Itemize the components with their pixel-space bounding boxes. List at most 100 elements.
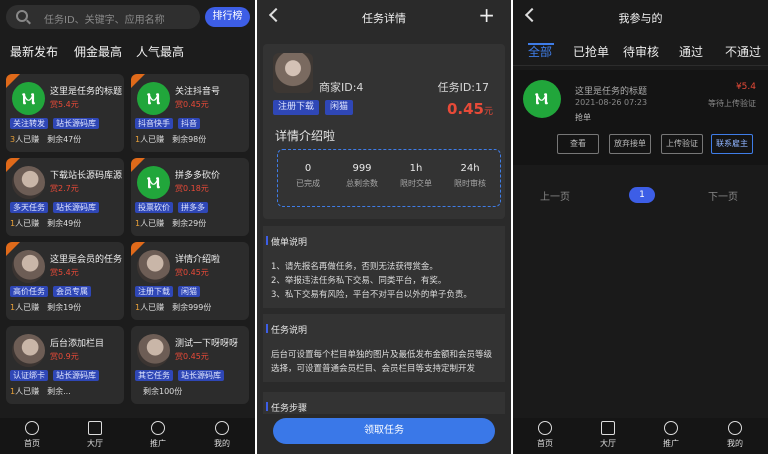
next-page-button[interactable]: 下一页 xyxy=(708,188,738,203)
rule-line: 3、私下交易有风险，平台不对平台以外的单子负责。 xyxy=(271,290,472,300)
tab-pending-review[interactable]: 待审核 xyxy=(623,43,659,60)
page-title: 我参与的 xyxy=(618,12,663,25)
tab-home[interactable]: 首页 xyxy=(12,421,52,449)
merchant-avatar xyxy=(12,166,45,199)
task-tag: 站长源码库 xyxy=(178,370,224,381)
hall-icon xyxy=(601,421,615,435)
task-title: 这里是会员的任务 xyxy=(50,255,123,265)
tab-hall[interactable]: 大厅 xyxy=(75,421,115,449)
task-tag: 注册下载 xyxy=(273,100,320,115)
stat-submit-limit: 1h 限时交单 xyxy=(400,163,432,188)
stat-review-limit: 24h 限时审核 xyxy=(454,163,486,188)
task-type: 抢单 xyxy=(575,113,591,122)
reward-unit: 元 xyxy=(483,107,493,117)
remaining-count: 剩余19份 xyxy=(47,303,82,312)
task-tag: 抖音快手 xyxy=(135,118,173,129)
app-logo-icon: Ⲙ xyxy=(137,82,170,115)
merchant-avatar xyxy=(273,53,313,93)
task-status: 等待上传验证 xyxy=(708,99,756,108)
joined-label: 人已赚 xyxy=(15,387,40,396)
status-tabs: 全部 已抢单 待审核 通过 不通过 xyxy=(513,36,768,66)
task-hall-screen: 任务ID、关键字、应用名称 排行榜 最新发布 佣金最高 人气最高 Ⲙ 这里是任务… xyxy=(0,0,255,454)
promote-icon xyxy=(151,421,165,435)
search-placeholder: 任务ID、关键字、应用名称 xyxy=(44,15,165,26)
task-reward: 赏0.45元 xyxy=(175,352,209,361)
remaining-count: 剩余49份 xyxy=(47,219,82,228)
filter-most-popular[interactable]: 人气最高 xyxy=(136,43,184,60)
task-card[interactable]: 这里是会员的任务 赏5.4元 高价任务 会员专属 1人已赚 剩余19份 xyxy=(6,242,124,320)
my-tasks-screen: 我参与的 全部 已抢单 待审核 通过 不通过 Ⲙ 这里是任务的标题 2021-0… xyxy=(513,0,768,454)
ranking-button[interactable]: 排行榜 xyxy=(205,7,250,27)
task-tag: 拼多多 xyxy=(178,202,208,213)
task-reward: 赏0.9元 xyxy=(50,352,79,361)
task-title: 关注抖音号 xyxy=(175,87,221,97)
tab-approved[interactable]: 通过 xyxy=(679,43,703,60)
joined-label: 人已赚 xyxy=(140,219,165,228)
remaining-count: 剩余... xyxy=(47,387,71,396)
task-tag: 投票砍价 xyxy=(135,202,173,213)
task-reward: 赏5.4元 xyxy=(50,268,79,277)
home-icon xyxy=(25,421,39,435)
tab-promote[interactable]: 推广 xyxy=(651,421,691,449)
tab-rejected[interactable]: 不通过 xyxy=(725,43,761,60)
stat-completed: 0 已完成 xyxy=(296,163,320,188)
upload-proof-button[interactable]: 上传验证 xyxy=(661,134,703,154)
tab-label: 推广 xyxy=(150,439,166,448)
task-card[interactable]: Ⲙ 关注抖音号 赏0.45元 抖音快手 抖音 1人已赚 剩余98份 xyxy=(131,74,249,152)
task-card[interactable]: 测试一下呀呀呀 赏0.45元 其它任务 站长源码库 剩余100份 xyxy=(131,326,249,404)
tab-label: 首页 xyxy=(24,439,40,448)
filter-highest-commission[interactable]: 佣金最高 xyxy=(74,43,122,60)
tab-label: 首页 xyxy=(537,439,553,448)
task-tag: 站长源码库 xyxy=(53,118,99,129)
task-card[interactable]: 后台添加栏目 赏0.9元 认证绑卡 站长源码库 1人已赚 剩余... xyxy=(6,326,124,404)
filter-latest[interactable]: 最新发布 xyxy=(10,43,58,60)
task-tag: 站长源码库 xyxy=(53,202,99,213)
app-logo-icon: Ⲙ xyxy=(523,80,561,118)
home-icon xyxy=(538,421,552,435)
rule-line: 1、请先报名再做任务，否则无法获得赏金。 xyxy=(271,262,438,272)
remaining-count: 剩余47份 xyxy=(47,135,82,144)
tab-hall[interactable]: 大厅 xyxy=(588,421,628,449)
task-card[interactable]: Ⲙ 拼多多砍价 赏0.18元 投票砍价 拼多多 1人已赚 剩余29份 xyxy=(131,158,249,236)
pagination: 上一页 1 下一页 xyxy=(513,184,768,204)
rule-line: 2、举报违法任务私下交易、同类平台，有奖。 xyxy=(271,276,447,286)
stat-remaining: 999 总剩余数 xyxy=(346,163,378,188)
abandon-button[interactable]: 放弃接单 xyxy=(609,134,651,154)
remaining-count: 剩余999份 xyxy=(172,303,212,312)
contact-employer-button[interactable]: 联系雇主 xyxy=(711,134,753,154)
view-button[interactable]: 查看 xyxy=(557,134,599,154)
detail-header: 任务详情 + xyxy=(257,0,511,32)
remaining-count: 剩余98份 xyxy=(172,135,207,144)
merchant-avatar xyxy=(137,250,170,283)
task-date: 2021-08-26 07:23 xyxy=(575,98,648,107)
search-input[interactable]: 任务ID、关键字、应用名称 xyxy=(6,5,200,29)
tab-promote[interactable]: 推广 xyxy=(138,421,178,449)
current-page[interactable]: 1 xyxy=(629,187,655,203)
task-tag: 高价任务 xyxy=(10,286,48,297)
task-reward: ¥5.4 xyxy=(735,82,756,92)
task-card[interactable]: Ⲙ 这里是任务的标题 赏5.4元 关注转发 站长源码库 3人已赚 剩余47份 xyxy=(6,74,124,152)
bottom-tab-bar: 首页 大厅 推广 我的 xyxy=(0,418,255,454)
description-section: 任务说明 后台可设置每个栏目单独的图片及最低发布金额和会员等级选择，可设置普通会… xyxy=(263,314,505,382)
tab-mine[interactable]: 我的 xyxy=(202,421,242,449)
joined-label: 人已赚 xyxy=(15,303,40,312)
task-title: 拼多多砍价 xyxy=(175,171,221,181)
task-card[interactable]: 详情介绍啦 赏0.45元 注册下载 闲猫 1人已赚 剩余999份 xyxy=(131,242,249,320)
tab-mine[interactable]: 我的 xyxy=(715,421,755,449)
task-tag: 站长源码库 xyxy=(53,370,99,381)
participation-item[interactable]: Ⲙ 这里是任务的标题 2021-08-26 07:23 抢单 ¥5.4 等待上传… xyxy=(513,70,768,165)
task-reward: 0.45元 xyxy=(447,100,493,118)
section-title: 任务步骤 xyxy=(265,401,307,414)
joined-label: 人已赚 xyxy=(15,135,40,144)
task-stats-box: 0 已完成 999 总剩余数 1h 限时交单 24h 限时审核 xyxy=(277,149,501,207)
tab-grabbed[interactable]: 已抢单 xyxy=(573,43,609,60)
task-title: 详情介绍啦 xyxy=(175,255,221,265)
task-title: 这里是任务的标题 xyxy=(575,87,648,97)
tab-home[interactable]: 首页 xyxy=(525,421,565,449)
claim-task-button[interactable]: 领取任务 xyxy=(273,418,495,444)
task-card[interactable]: 下载站长源码库源 赏2.7元 多天任务 站长源码库 1人已赚 剩余49份 xyxy=(6,158,124,236)
merchant-avatar xyxy=(12,250,45,283)
prev-page-button[interactable]: 上一页 xyxy=(540,188,570,203)
plus-icon[interactable]: + xyxy=(478,3,495,27)
tab-all[interactable]: 全部 xyxy=(528,43,552,60)
